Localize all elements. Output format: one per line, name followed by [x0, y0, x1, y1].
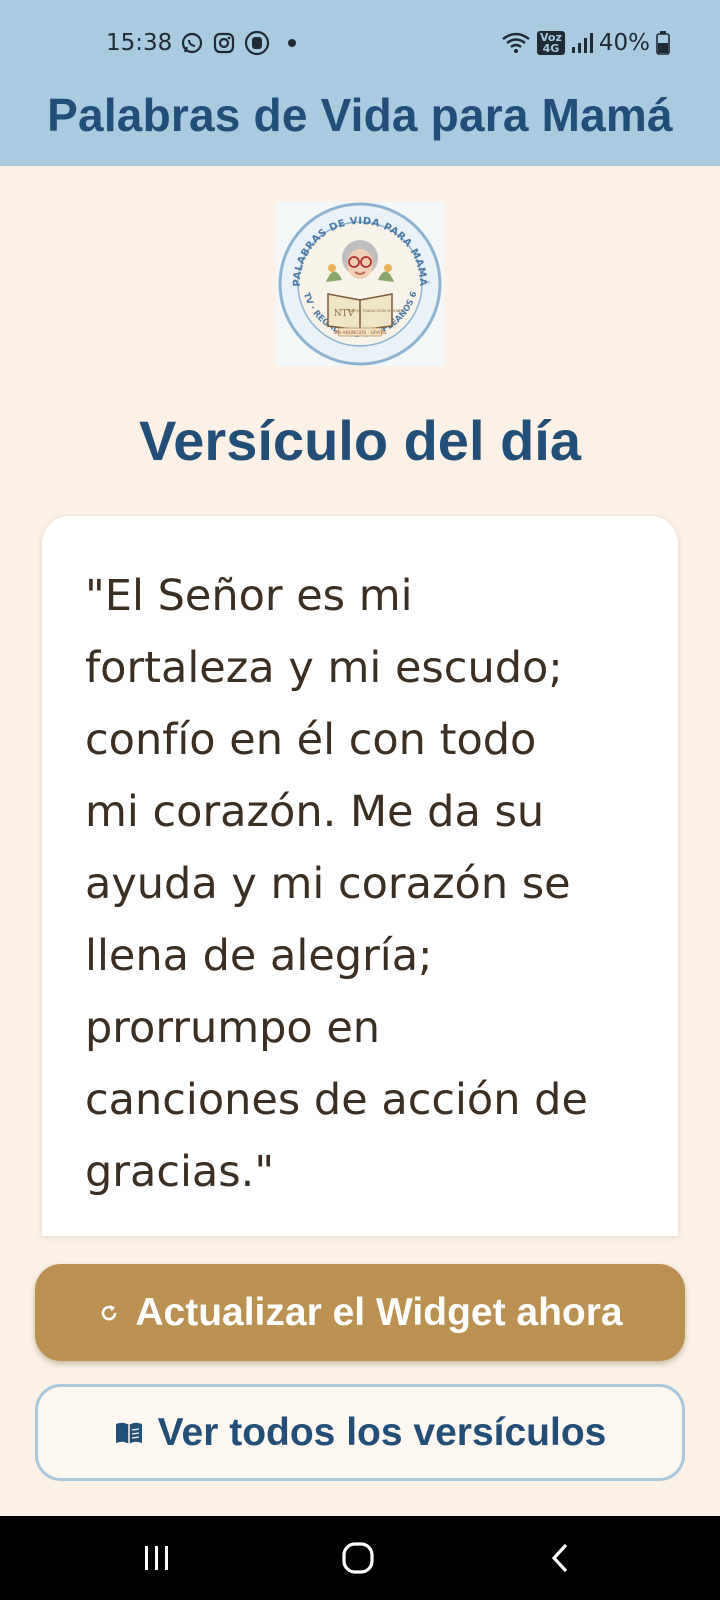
- shield-app-icon: [244, 30, 270, 56]
- network-badge-bottom: 4G: [542, 42, 560, 55]
- wifi-icon: [501, 31, 531, 55]
- verse-card: "El Señor es mi fortaleza y mi escudo; c…: [42, 516, 678, 1236]
- refresh-widget-label: Actualizar el Widget ahora: [135, 1290, 623, 1334]
- verse-line: ayuda y mi corazón se: [85, 859, 571, 909]
- verse-line: "El Señor es mi: [85, 571, 413, 621]
- refresh-widget-button[interactable]: Actualizar el Widget ahora: [35, 1264, 685, 1361]
- verse-line: confío en él con todo: [85, 715, 537, 765]
- recent-apps-icon[interactable]: [132, 1536, 182, 1580]
- view-all-verses-button[interactable]: Ver todos los versículos: [35, 1384, 685, 1481]
- clock: 15:38: [106, 30, 173, 56]
- verse-line: fortaleza y mi escudo;: [85, 643, 563, 693]
- system-nav-bar: [0, 1516, 720, 1600]
- section-title: Versículo del día: [139, 409, 581, 472]
- status-right: Voz 4G 40%: [501, 30, 670, 56]
- status-bar: 15:38 Voz 4G 40%: [0, 22, 720, 66]
- network-badge: Voz 4G: [537, 31, 565, 55]
- status-left: 15:38: [106, 30, 297, 56]
- back-icon[interactable]: [535, 1536, 585, 1580]
- home-icon[interactable]: [333, 1536, 383, 1580]
- verse-line: mi corazón. Me da su: [85, 787, 545, 837]
- instagram-icon: [212, 31, 236, 55]
- verse-line: llena de alegría;: [85, 931, 433, 981]
- logo-banner: SIN ANUNCIOS · GRATIS: [333, 330, 386, 336]
- app-logo: PALABRAS DE VIDA PARA MAMÁ NTV · REGALO …: [276, 202, 444, 366]
- refresh-icon: [97, 1301, 121, 1325]
- verse-line: canciones de acción de: [85, 1075, 588, 1125]
- book-icon: [114, 1420, 144, 1446]
- view-all-verses-label: Ver todos los versículos: [157, 1410, 607, 1454]
- app-title: Palabras de Vida para Mamá: [47, 89, 673, 141]
- verse-text: "El Señor es mi fortaleza y mi escudo; c…: [85, 560, 645, 1208]
- app-header: 15:38 Voz 4G 40% Palabras de Vida para M…: [0, 0, 720, 166]
- verse-line: prorrumpo en: [85, 1003, 381, 1053]
- logo-book-right: NUEVA TRADUCCIÓN VIVIENTE: [349, 308, 403, 313]
- signal-icon: [571, 32, 593, 54]
- whatsapp-icon: [180, 31, 204, 55]
- battery-percent: 40%: [598, 30, 650, 56]
- battery-icon: [656, 31, 670, 55]
- verse-line: gracias.": [85, 1147, 275, 1197]
- notification-dot: [288, 39, 297, 47]
